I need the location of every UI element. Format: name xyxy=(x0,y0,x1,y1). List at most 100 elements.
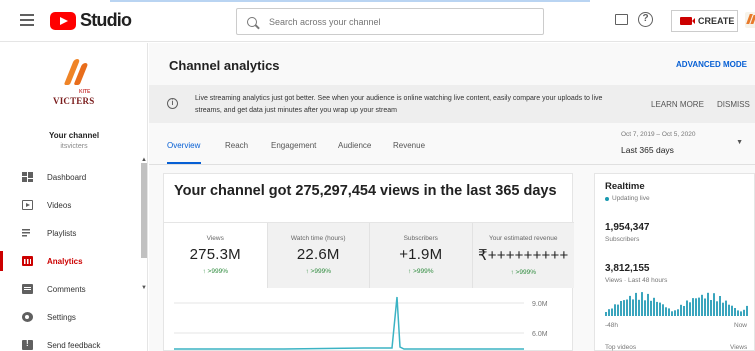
sidebar-item-label: Videos xyxy=(47,200,72,210)
overview-card: Your channel got 275,297,454 views in th… xyxy=(163,173,574,351)
scroll-down-icon[interactable]: ▼ xyxy=(141,285,147,291)
video-icon xyxy=(22,200,33,210)
video-camera-icon xyxy=(680,17,695,25)
realtime-bar xyxy=(614,304,616,316)
realtime-views-value: 3,812,155 xyxy=(605,263,650,274)
analytics-tabs: Overview Reach Engagement Audience Reven… xyxy=(149,127,755,165)
learn-more-button[interactable]: LEARN MORE xyxy=(651,100,704,109)
realtime-bar xyxy=(635,292,637,316)
realtime-bar xyxy=(662,304,664,316)
channel-logo[interactable]: KITE VICTERS xyxy=(49,57,101,115)
realtime-bar xyxy=(686,300,688,316)
date-range-label: Last 365 days xyxy=(621,145,674,155)
help-icon[interactable]: ? xyxy=(638,12,653,27)
realtime-bar xyxy=(617,304,619,316)
sidebar-item-label: Dashboard xyxy=(47,172,87,182)
sidebar-item-send-feedback[interactable]: Send feedback xyxy=(0,331,140,351)
sidebar: KITE VICTERS Your channel itsvicters Das… xyxy=(0,43,148,351)
realtime-bar xyxy=(704,298,706,316)
realtime-bar xyxy=(638,299,640,316)
metric-change: ↑ >999% xyxy=(408,268,434,275)
sidebar-item-label: Settings xyxy=(47,312,76,322)
create-button[interactable]: CREATE xyxy=(671,10,738,32)
search-box[interactable] xyxy=(236,8,544,35)
info-icon: i xyxy=(167,98,178,109)
realtime-bar xyxy=(620,301,622,316)
realtime-title: Realtime xyxy=(605,181,645,192)
realtime-bar xyxy=(695,298,697,316)
realtime-status: Updating live xyxy=(605,195,650,202)
realtime-bar xyxy=(683,306,685,316)
banner-text: Live streaming analytics just got better… xyxy=(195,95,603,114)
realtime-bar-chart[interactable] xyxy=(605,286,750,316)
metric-revenue[interactable]: Your estimated revenue ₹+++++++++ ↑ >999… xyxy=(471,223,574,288)
sidebar-item-settings[interactable]: Settings xyxy=(0,303,140,331)
views-chart-svg: 9.0M 6.0M xyxy=(174,296,548,350)
scrollbar-thumb[interactable] xyxy=(141,163,147,258)
realtime-axis-start: -48h xyxy=(605,322,619,329)
advanced-mode-button[interactable]: ADVANCED MODE xyxy=(676,60,747,69)
tab-overview[interactable]: Overview xyxy=(167,141,200,150)
metric-change: ↑ >999% xyxy=(305,268,331,275)
search-input[interactable] xyxy=(269,16,539,27)
metric-change: ↑ >999% xyxy=(510,269,536,276)
realtime-bar xyxy=(641,292,643,316)
realtime-bar xyxy=(650,300,652,316)
tab-reach[interactable]: Reach xyxy=(225,141,248,150)
analytics-icon xyxy=(22,256,33,266)
tab-engagement[interactable]: Engagement xyxy=(271,141,316,150)
sidebar-item-label: Send feedback xyxy=(47,340,101,350)
realtime-subscribers-label: Subscribers xyxy=(605,236,640,243)
realtime-bar xyxy=(611,308,613,316)
sidebar-item-comments[interactable]: Comments xyxy=(0,275,140,303)
y-tick-label: 9.0M xyxy=(532,301,548,308)
realtime-views-label: Views · Last 48 hours xyxy=(605,277,668,284)
views-line xyxy=(174,296,524,350)
sidebar-item-analytics[interactable]: Analytics xyxy=(0,247,140,275)
metric-label: Subscribers xyxy=(403,235,438,242)
sidebar-scrollbar[interactable]: ▲ ▼ xyxy=(140,157,147,293)
realtime-axis-end: Now xyxy=(734,322,748,329)
sidebar-item-videos[interactable]: Videos xyxy=(0,191,140,219)
create-button-label: CREATE xyxy=(698,16,735,26)
realtime-bar xyxy=(680,304,682,316)
message-icon[interactable] xyxy=(615,14,628,25)
realtime-bar xyxy=(698,297,700,316)
tab-revenue[interactable]: Revenue xyxy=(393,141,425,150)
metric-watch-time[interactable]: Watch time (hours) 22.6M ↑ >999% xyxy=(266,223,369,288)
metric-value: 275.3M xyxy=(189,246,241,263)
metric-label: Your estimated revenue xyxy=(489,235,558,242)
realtime-bar xyxy=(626,299,628,316)
realtime-bar xyxy=(710,300,712,316)
realtime-bar xyxy=(716,301,718,316)
views-chart[interactable]: 9.0M 6.0M xyxy=(164,291,574,351)
metric-views[interactable]: Views 275.3M ↑ >999% xyxy=(164,223,267,288)
metric-subscribers[interactable]: Subscribers +1.9M ↑ >999% xyxy=(369,223,472,288)
page-title: Channel analytics xyxy=(169,58,280,73)
studio-logo[interactable]: Studio xyxy=(50,10,132,31)
realtime-bar xyxy=(734,308,736,316)
menu-icon[interactable] xyxy=(20,14,34,26)
realtime-subscribers-value: 1,954,347 xyxy=(605,222,650,233)
realtime-bar xyxy=(647,293,649,316)
sidebar-item-playlists[interactable]: Playlists xyxy=(0,219,140,247)
realtime-bar xyxy=(677,309,679,316)
sidebar-item-label: Playlists xyxy=(47,228,77,238)
tab-audience[interactable]: Audience xyxy=(338,141,371,150)
realtime-bar xyxy=(746,305,748,316)
search-icon xyxy=(247,16,257,27)
your-channel-label: Your channel xyxy=(48,131,100,140)
realtime-bar xyxy=(731,305,733,316)
sidebar-item-dashboard[interactable]: Dashboard xyxy=(0,163,140,191)
metric-tabs: Views 275.3M ↑ >999% Watch time (hours) … xyxy=(164,222,574,288)
playlist-icon xyxy=(22,228,33,238)
metric-label: Views xyxy=(206,235,224,242)
avatar[interactable] xyxy=(745,12,755,28)
realtime-bar xyxy=(659,302,661,316)
realtime-bar xyxy=(728,304,730,316)
realtime-bar xyxy=(653,297,655,316)
date-range-dates: Oct 7, 2019 – Oct 5, 2020 xyxy=(621,131,696,138)
date-range-picker[interactable]: Oct 7, 2019 – Oct 5, 2020 Last 365 days … xyxy=(621,129,751,161)
dismiss-button[interactable]: DISMISS xyxy=(717,100,750,109)
metric-value: ₹+++++++++ xyxy=(478,247,569,264)
